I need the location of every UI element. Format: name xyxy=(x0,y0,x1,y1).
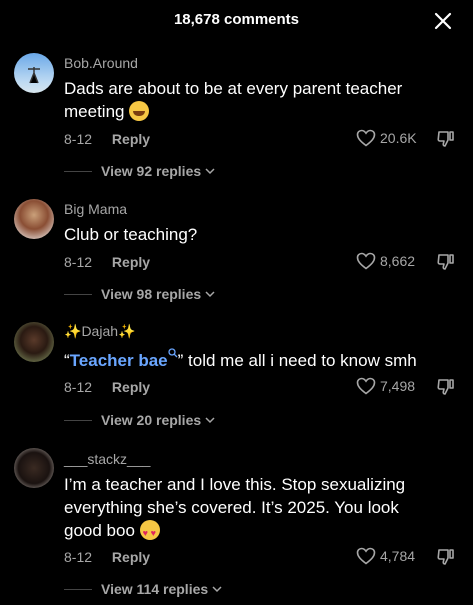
comment-text: Dads are about to be at every parent tea… xyxy=(64,79,403,121)
comment-date: 8-12 xyxy=(64,131,93,147)
sparkle-icon: ✨ xyxy=(64,323,82,339)
comment-username[interactable]: Big Mama xyxy=(64,201,127,217)
comment-text: Club or teaching? xyxy=(64,225,198,244)
comment-text: “Teacher bae” told me all i need to know… xyxy=(64,348,434,372)
heart-icon xyxy=(356,129,376,147)
reply-button[interactable]: Reply xyxy=(112,379,150,395)
like-button[interactable]: 7,498 xyxy=(356,376,415,396)
sparkle-icon: ✨ xyxy=(118,323,136,339)
heart-icon xyxy=(356,252,376,270)
view-replies-button[interactable]: View 114 replies xyxy=(64,581,222,597)
chevron-down-icon xyxy=(205,417,215,424)
divider xyxy=(64,419,92,421)
dislike-icon[interactable] xyxy=(436,129,456,149)
avatar[interactable] xyxy=(14,53,54,93)
like-button[interactable]: 8,662 xyxy=(356,251,415,271)
comment-date: 8-12 xyxy=(64,254,93,270)
view-replies-button[interactable]: View 20 replies xyxy=(64,412,215,428)
comment-username[interactable]: ___stackz___ xyxy=(64,451,150,467)
avatar[interactable] xyxy=(14,448,54,488)
heart-icon xyxy=(356,547,376,565)
avatar[interactable] xyxy=(14,199,54,239)
reply-button[interactable]: Reply xyxy=(112,549,150,565)
chevron-down-icon xyxy=(205,291,215,298)
comment-date: 8-12 xyxy=(64,549,93,565)
dislike-icon[interactable] xyxy=(436,252,456,272)
comments-header: 18,678 comments xyxy=(0,0,473,40)
chevron-down-icon xyxy=(205,168,215,175)
reply-button[interactable]: Reply xyxy=(112,254,150,270)
like-count: 7,498 xyxy=(380,378,416,394)
view-replies-label: View 20 replies xyxy=(101,412,202,428)
view-replies-label: View 92 replies xyxy=(101,163,202,179)
comment-username[interactable]: ✨Dajah✨ xyxy=(64,323,135,340)
like-button[interactable]: 20.6K xyxy=(356,128,417,148)
comment-date: 8-12 xyxy=(64,379,93,395)
comment-text: I’m a teacher and I love this. Stop sexu… xyxy=(64,473,434,545)
like-count: 20.6K xyxy=(380,130,417,146)
reply-button[interactable]: Reply xyxy=(112,131,150,147)
heart-icon xyxy=(356,377,376,395)
comment-username[interactable]: Bob.Around xyxy=(64,55,138,71)
view-replies-label: View 98 replies xyxy=(101,286,202,302)
avatar[interactable] xyxy=(14,322,54,362)
like-count: 8,662 xyxy=(380,253,416,269)
like-button[interactable]: 4,784 xyxy=(356,546,415,566)
search-icon[interactable] xyxy=(167,348,178,358)
divider xyxy=(64,293,92,295)
dislike-icon[interactable] xyxy=(436,547,456,567)
view-replies-label: View 114 replies xyxy=(101,581,209,597)
comments-count-title: 18,678 comments xyxy=(173,11,300,28)
view-replies-button[interactable]: View 92 replies xyxy=(64,163,215,179)
search-tag-link[interactable]: Teacher bae xyxy=(70,351,168,370)
chevron-down-icon xyxy=(212,586,222,593)
view-replies-button[interactable]: View 98 replies xyxy=(64,286,215,302)
like-count: 4,784 xyxy=(380,548,416,564)
close-icon[interactable] xyxy=(432,10,454,32)
divider xyxy=(64,588,92,590)
dislike-icon[interactable] xyxy=(436,377,456,397)
laughing-emoji-icon xyxy=(129,101,150,121)
heart-eyes-emoji-icon xyxy=(139,520,160,545)
divider xyxy=(64,170,92,172)
